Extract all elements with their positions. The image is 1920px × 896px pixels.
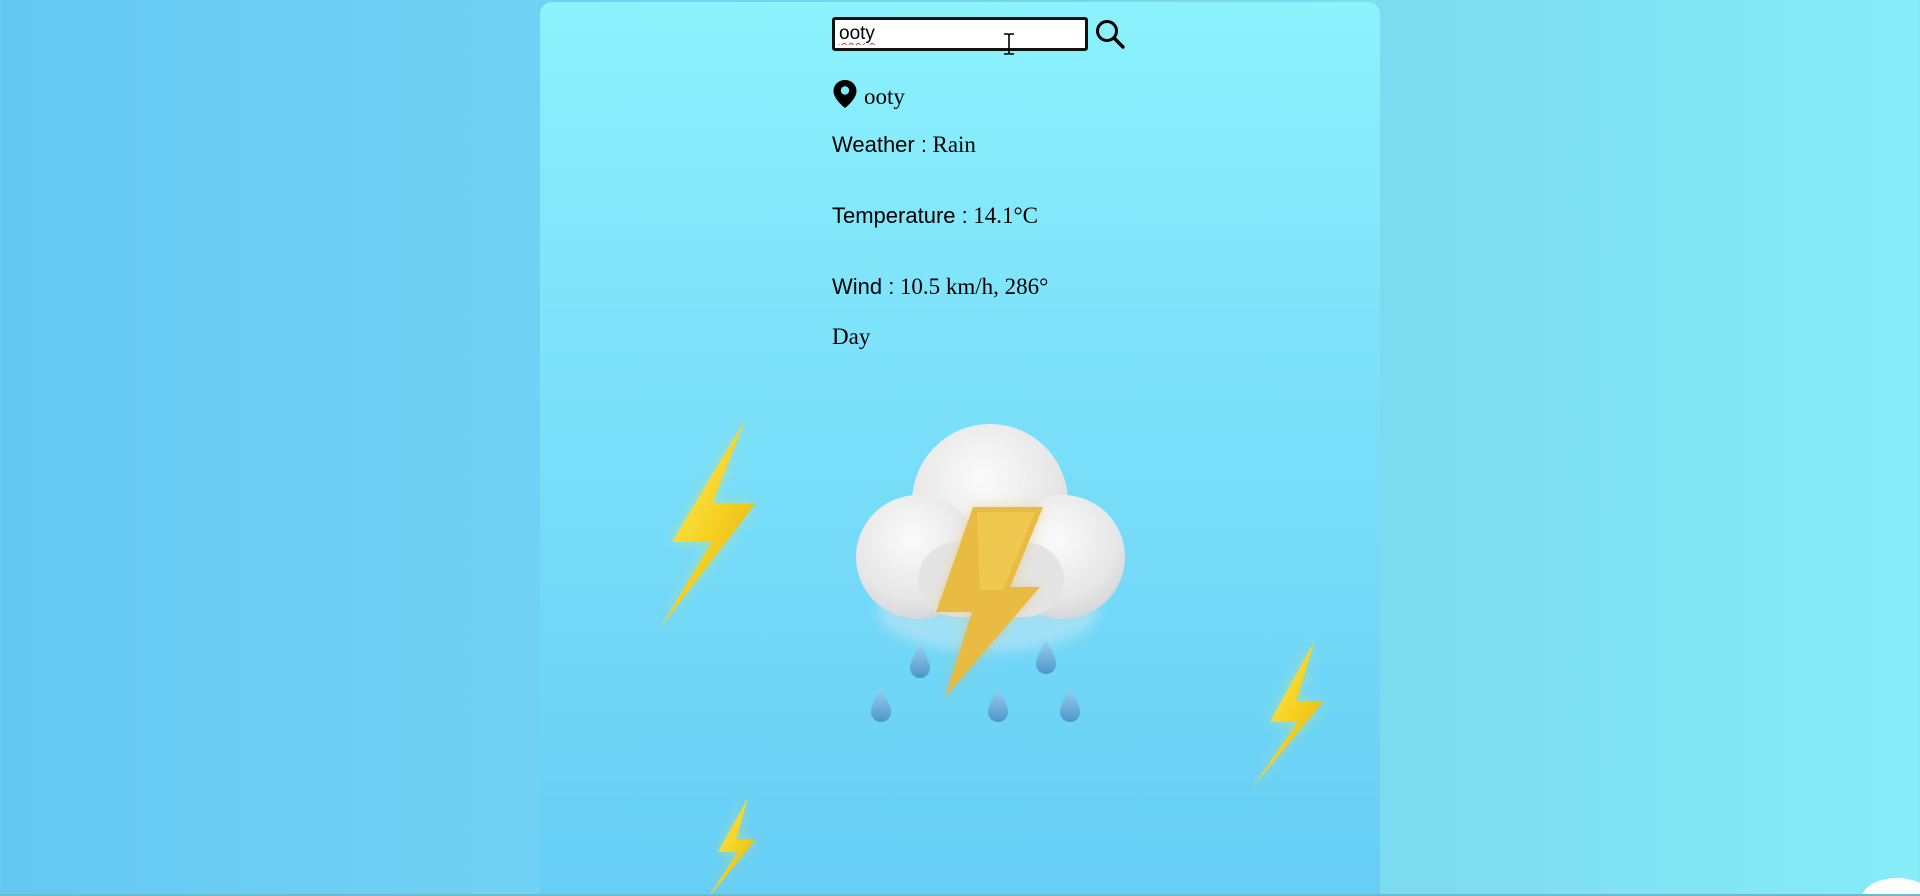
weather-illustration (660, 420, 1323, 896)
lightning-bolt-icon (1252, 640, 1323, 788)
thunderstorm-cloud-icon (856, 424, 1125, 722)
weather-card: ooty Weather : Rain Temperature : 14.1°C… (540, 2, 1380, 896)
lightning-bolt-icon (708, 798, 755, 896)
background-shade-left (430, 0, 540, 896)
lightning-bolt-icon (660, 420, 755, 628)
background-shade-right (1380, 0, 1640, 896)
